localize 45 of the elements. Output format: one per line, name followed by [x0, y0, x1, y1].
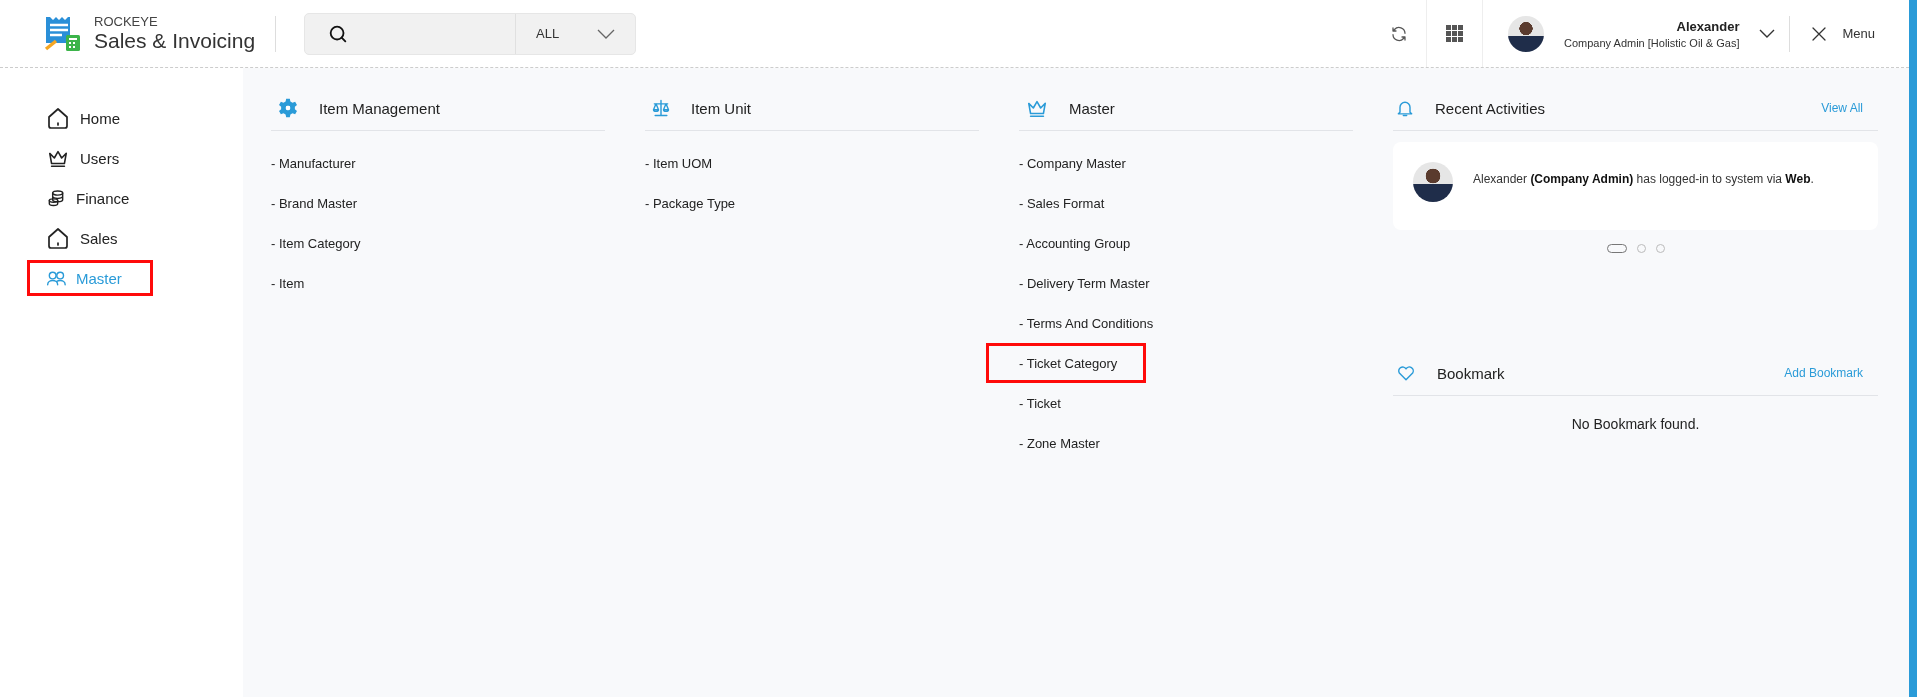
- sidebar-item[interactable]: Home: [27, 100, 153, 136]
- menu-link[interactable]: - Ticket: [1019, 383, 1353, 423]
- panel-title: Recent Activities: [1435, 99, 1547, 117]
- users-icon: [46, 268, 66, 288]
- menu-link[interactable]: - Delivery Term Master: [1019, 263, 1353, 303]
- menu-link[interactable]: - Zone Master: [1019, 423, 1353, 463]
- menu-link[interactable]: - Item: [271, 263, 605, 303]
- chevron-down-icon: [597, 28, 616, 39]
- menu-link[interactable]: - Item UOM: [645, 143, 979, 183]
- group-title: Item Unit: [691, 99, 751, 117]
- menu-link[interactable]: - Manufacturer: [271, 143, 605, 183]
- activity-text: Alexander (Company Admin) has logged-in to system via Web.: [1473, 172, 1814, 186]
- user-name: Alexander: [1676, 18, 1740, 34]
- sidebar-item[interactable]: Sales: [27, 220, 153, 256]
- menu-link[interactable]: - Accounting Group: [1019, 223, 1353, 263]
- app-title: Sales & Invoicing: [94, 29, 256, 53]
- scope-dropdown[interactable]: ALL: [515, 13, 636, 54]
- menu-link[interactable]: - Item Category: [271, 223, 605, 263]
- menu-link[interactable]: - Terms And Conditions: [1019, 303, 1353, 343]
- logo-icon: [44, 14, 82, 53]
- menu-link[interactable]: - Sales Format: [1019, 183, 1353, 223]
- group-title: Master: [1069, 99, 1115, 117]
- home-icon: [46, 106, 70, 130]
- sidebar-item[interactable]: Finance: [27, 180, 153, 216]
- group-title: Item Management: [319, 99, 440, 117]
- menu-link[interactable]: - Package Type: [645, 183, 979, 223]
- refresh-icon: [1389, 24, 1408, 43]
- brand-subtitle: ROCKEYE: [94, 14, 159, 29]
- coins-icon: [46, 188, 66, 208]
- menu-link[interactable]: - Brand Master: [271, 183, 605, 223]
- user-avatar: [1413, 162, 1453, 202]
- menu-link[interactable]: - Company Master: [1019, 143, 1353, 183]
- home-icon: [46, 226, 70, 250]
- heart-icon: [1395, 363, 1417, 383]
- panel-title: Bookmark: [1437, 364, 1506, 382]
- search-field[interactable]: ALL: [304, 12, 637, 55]
- empty-message: No Bookmark found.: [1571, 416, 1700, 432]
- user-avatar: [1508, 15, 1544, 52]
- chevron-down-icon[interactable]: [1759, 29, 1776, 38]
- sidebar-item[interactable]: Users: [27, 140, 153, 176]
- scale-icon: [651, 98, 671, 118]
- menu-link[interactable]: - Ticket Category: [986, 343, 1146, 383]
- gear-icon: [277, 97, 299, 119]
- apps-grid-icon: [1446, 25, 1463, 42]
- user-role: Company Admin [Holistic Oil & Gas]: [1564, 36, 1740, 49]
